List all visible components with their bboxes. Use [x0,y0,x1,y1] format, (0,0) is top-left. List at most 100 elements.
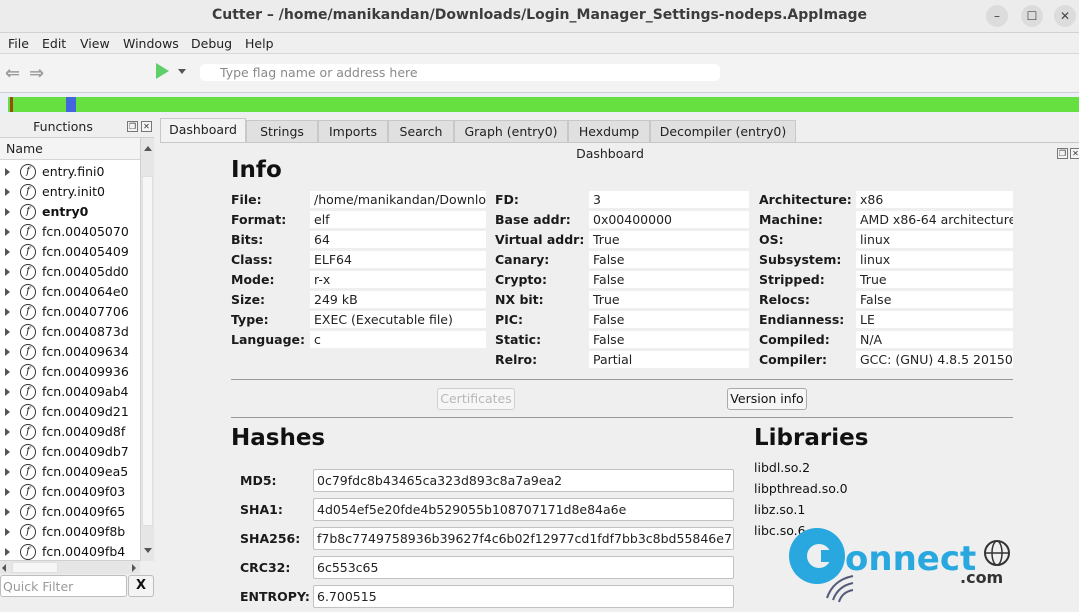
info-value[interactable]: True [589,291,749,308]
info-value[interactable]: ELF64 [310,251,486,268]
quick-filter-input[interactable] [0,575,127,597]
function-row[interactable]: f fcn.00405070 [0,222,140,242]
expand-arrow-icon[interactable] [5,288,10,296]
menu-windows[interactable]: Windows [123,36,179,51]
function-row[interactable]: f entry.init0 [0,182,140,202]
menu-help[interactable]: Help [245,36,274,51]
function-row[interactable]: f fcn.00405dd0 [0,262,140,282]
tab-decompiler[interactable]: Decompiler (entry0) [650,120,796,143]
expand-arrow-icon[interactable] [5,448,10,456]
hash-value-field[interactable]: 6.700515 [313,585,734,608]
tab-dashboard[interactable]: Dashboard [160,118,246,143]
info-value[interactable]: AMD x86-64 architecture [856,211,1013,228]
info-value[interactable]: False [589,251,749,268]
vertical-scrollbar[interactable] [140,138,154,561]
overview-cursor[interactable] [66,97,76,112]
version-info-button[interactable]: Version info [727,388,807,410]
expand-arrow-icon[interactable] [5,168,10,176]
function-row[interactable]: f fcn.00409db7 [0,442,140,462]
expand-arrow-icon[interactable] [5,348,10,356]
function-row[interactable]: f fcn.00405409 [0,242,140,262]
scroll-down-icon[interactable] [144,548,152,553]
info-value[interactable]: linux [856,251,1013,268]
expand-arrow-icon[interactable] [5,328,10,336]
function-row[interactable]: f fcn.0040873d [0,322,140,342]
overview-bar[interactable] [0,93,1079,114]
info-value[interactable]: LE [856,311,1013,328]
function-row[interactable]: f fcn.004064e0 [0,282,140,302]
expand-arrow-icon[interactable] [5,488,10,496]
minimize-button[interactable]: – [986,5,1008,27]
info-value[interactable]: False [589,271,749,288]
close-icon[interactable]: ✕ [1070,148,1079,159]
function-row[interactable]: f fcn.00409f65 [0,502,140,522]
tab-imports[interactable]: Imports [318,120,388,143]
menu-edit[interactable]: Edit [42,36,66,51]
info-value[interactable]: r-x [310,271,486,288]
expand-arrow-icon[interactable] [5,528,10,536]
arrow-left-icon[interactable]: ⇐ [5,63,20,84]
info-value[interactable]: False [589,331,749,348]
play-icon[interactable] [156,63,169,79]
tab-search[interactable]: Search [388,120,454,143]
expand-arrow-icon[interactable] [5,188,10,196]
info-value[interactable]: linux [856,231,1013,248]
certificates-button[interactable]: Certificates [437,388,515,410]
function-row[interactable]: f fcn.00409634 [0,342,140,362]
function-row[interactable]: f fcn.00407706 [0,302,140,322]
info-value[interactable]: GCC: (GNU) 4.8.5 201506 [856,351,1013,368]
info-value[interactable]: 64 [310,231,486,248]
expand-arrow-icon[interactable] [5,228,10,236]
info-value[interactable]: c [310,331,486,348]
expand-arrow-icon[interactable] [5,308,10,316]
hash-value-field[interactable]: 6c553c65 [313,556,734,579]
info-value[interactable]: True [856,271,1013,288]
info-value[interactable]: 249 kB [310,291,486,308]
function-row[interactable]: f fcn.00409ea5 [0,462,140,482]
scroll-right-icon[interactable] [132,564,136,572]
close-button[interactable]: ✕ [1054,5,1076,27]
tab-graph[interactable]: Graph (entry0) [454,120,568,143]
info-value[interactable]: True [589,231,749,248]
info-value[interactable]: False [856,291,1013,308]
hash-value-field[interactable]: f7b8c7749758936b39627f4c6b02f12977cd1fdf… [313,527,734,550]
expand-arrow-icon[interactable] [5,248,10,256]
info-value[interactable]: False [589,311,749,328]
menu-file[interactable]: File [8,36,29,51]
float-icon[interactable]: ❐ [127,121,138,132]
maximize-button[interactable]: ☐ [1021,5,1043,27]
expand-arrow-icon[interactable] [5,368,10,376]
menu-debug[interactable]: Debug [191,36,232,51]
horizontal-scrollbar[interactable] [0,560,140,574]
tab-strings[interactable]: Strings [246,120,318,143]
tab-hexdump[interactable]: Hexdump [568,120,650,143]
hash-value-field[interactable]: 0c79fdc8b43465ca323d893c8a7a9ea2 [313,469,734,492]
info-value[interactable]: x86 [856,191,1013,208]
flag-search-input[interactable] [200,64,720,81]
expand-arrow-icon[interactable] [5,468,10,476]
function-row[interactable]: f fcn.00409d8f [0,422,140,442]
function-row[interactable]: f fcn.00409f03 [0,482,140,502]
function-row[interactable]: f fcn.00409936 [0,362,140,382]
expand-arrow-icon[interactable] [5,548,10,556]
info-value[interactable]: Partial [589,351,749,368]
clear-filter-button[interactable]: X [128,575,154,597]
function-row[interactable]: f fcn.00409ab4 [0,382,140,402]
scroll-left-icon[interactable] [2,564,6,572]
scroll-up-icon[interactable] [144,146,152,151]
function-row[interactable]: f fcn.00409d21 [0,402,140,422]
function-row[interactable]: f fcn.00409fb4 [0,542,140,562]
expand-arrow-icon[interactable] [5,508,10,516]
info-value[interactable]: EXEC (Executable file) [310,311,486,328]
function-row[interactable]: f entry.fini0 [0,162,140,182]
expand-arrow-icon[interactable] [5,408,10,416]
info-value[interactable]: /home/manikandan/Downloa [310,191,486,208]
menu-view[interactable]: View [80,36,110,51]
column-header-name[interactable]: Name [0,138,140,160]
expand-arrow-icon[interactable] [5,208,10,216]
function-row[interactable]: f entry0 [0,202,140,222]
hash-value-field[interactable]: 4d054ef5e20fde4b529055b108707171d8e84a6e [313,498,734,521]
expand-arrow-icon[interactable] [5,268,10,276]
close-icon[interactable]: ✕ [141,121,152,132]
scroll-thumb[interactable] [12,562,58,573]
